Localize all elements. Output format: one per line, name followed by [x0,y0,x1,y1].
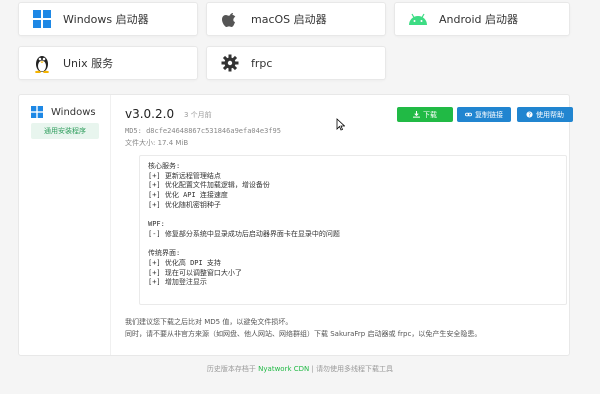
launcher-frpc[interactable]: frpc [206,46,386,80]
apple-icon [219,8,241,30]
cdn-link[interactable]: Nyatwork CDN [258,365,309,373]
changelog-line: [+] 现在可以调整窗口大小了 [148,268,242,277]
download-label: 下载 [423,110,437,119]
changelog-line: [+] 更新远程管理结点 [148,171,221,180]
changelog-line [148,240,558,250]
release-size: 文件大小: 17.4 MiB [125,139,189,147]
release-version: v3.0.2.0 [125,107,175,121]
release-panel: Windows 通用安装程序 v3.0.2.0 3 个月前 MD5: d8cfe… [18,94,573,356]
sidebar-os-header: Windows [31,103,96,122]
gear-icon [219,52,241,74]
link-icon [465,112,472,117]
download-button[interactable]: 下载 [397,107,453,122]
launcher-macos[interactable]: macOS 启动器 [206,2,386,36]
release-md5: MD5: d8cfe24648867c531846a9efa04e3f95 [125,127,281,135]
os-sidebar: Windows 通用安装程序 [19,95,111,355]
tab-universal-installer[interactable]: 通用安装程序 [31,123,99,139]
copy-link-label: 复制链接 [475,110,503,119]
md5-notice: 我们建议您下载之后比对 MD5 值，以避免文件损坏。 [125,318,293,326]
sidebar-os-name: Windows [51,107,96,118]
launcher-windows[interactable]: Windows 启动器 [18,2,198,36]
mouse-cursor-icon [336,116,346,135]
footer-prefix: 历史版本存档于 [206,365,259,373]
launcher-label: Windows 启动器 [63,13,149,26]
security-notice: 同时，请不要从非官方来源（如网盘、他人网站、网络群组）下载 SakuraFrp … [125,330,482,338]
changelog-box: 核心服务: [+] 更新远程管理结点 [+] 优化配置文件加载逻辑，增设备份 [+] … [139,155,567,305]
linux-tux-icon [31,52,53,74]
download-icon [413,111,420,118]
footer-suffix: 请勿使用多线程下载工具 [316,365,394,373]
changelog-line: [+] 优化配置文件加载逻辑，增设备份 [148,181,270,190]
changelog-line [148,210,558,220]
changelog-line: [+] 优化高 DPI 支持 [148,258,221,267]
svg-text:?: ? [528,112,531,118]
launcher-unix[interactable]: Unix 服务 [18,46,198,80]
android-icon [407,8,429,30]
release-age: 3 个月前 [184,111,212,119]
changelog-line: 核心服务: [148,162,181,170]
launcher-label: Unix 服务 [63,57,114,70]
launcher-label: frpc [251,56,273,70]
footer: 历史版本存档于 Nyatwork CDN | 请勿使用多线程下载工具 [0,364,600,374]
windows-icon [31,8,53,30]
changelog-line: [+] 增加登注显示 [148,278,207,287]
changelog-line: [+] 优化 API 连接速度 [148,191,228,200]
copy-link-button[interactable]: 复制链接 [457,107,511,122]
windows-icon [31,103,43,122]
help-label: 使用帮助 [536,110,564,119]
launcher-label: macOS 启动器 [251,13,327,26]
changelog-line: WPF: [148,220,165,229]
help-button[interactable]: ? 使用帮助 [517,107,573,122]
launcher-label: Android 启动器 [439,13,519,26]
changelog-line: 传统界面: [148,249,181,258]
changelog-line: [-] 修复部分系统中显录成功后启动器界面卡在显录中的问题 [148,229,340,238]
launcher-android[interactable]: Android 启动器 [394,2,570,36]
changelog-line: [+] 优化随机密钥种子 [148,200,221,209]
question-icon: ? [526,111,533,118]
